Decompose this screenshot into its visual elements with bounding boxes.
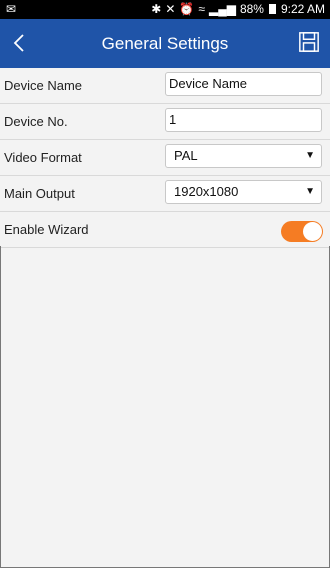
notification-icon: ✉ <box>6 2 17 16</box>
alarm-icon: ⏰ <box>179 2 195 16</box>
content-border-left <box>0 246 1 568</box>
app-header: General Settings <box>0 19 330 68</box>
enable-wizard-toggle[interactable] <box>281 221 323 242</box>
setting-row-enable-wizard: Enable Wizard <box>0 212 330 248</box>
video-format-label: Video Format <box>4 150 82 165</box>
bluetooth-icon: ✱ <box>151 2 162 16</box>
page-title: General Settings <box>101 34 229 53</box>
battery-icon <box>268 4 276 14</box>
device-no-input[interactable]: 1 <box>165 108 322 132</box>
dropdown-arrow-icon: ▼ <box>305 186 315 197</box>
settings-list: Device Name Device Name Device No. 1 Vid… <box>0 68 330 248</box>
clock: 9:22 AM <box>280 2 325 16</box>
setting-row-device-name: Device Name Device Name <box>0 68 330 104</box>
setting-row-main-output: Main Output 1920x1080 ▼ <box>0 176 330 212</box>
setting-row-device-no: Device No. 1 <box>0 104 330 140</box>
toggle-knob <box>303 222 322 241</box>
mute-icon: ✕ <box>165 2 176 16</box>
save-icon[interactable] <box>298 31 320 53</box>
device-name-label: Device Name <box>4 78 83 93</box>
device-name-input[interactable]: Device Name <box>165 72 322 96</box>
setting-row-video-format: Video Format PAL ▼ <box>0 140 330 176</box>
video-format-value: PAL <box>174 148 198 163</box>
device-no-label: Device No. <box>4 114 68 129</box>
main-output-label: Main Output <box>4 186 75 201</box>
wifi-icon: ≈ <box>198 2 205 16</box>
status-icons: ✱ ✕ ⏰ ≈ ▂▄▆ 88% 9:22 AM <box>151 2 325 16</box>
video-format-select[interactable]: PAL ▼ <box>165 144 322 168</box>
signal-icon: ▂▄▆ <box>208 2 236 16</box>
battery-percent: 88% <box>239 2 264 16</box>
status-bar: ✉ ✱ ✕ ⏰ ≈ ▂▄▆ 88% 9:22 AM <box>0 0 330 19</box>
main-output-value: 1920x1080 <box>174 184 239 199</box>
enable-wizard-label: Enable Wizard <box>4 222 89 237</box>
main-output-select[interactable]: 1920x1080 ▼ <box>165 180 322 204</box>
dropdown-arrow-icon: ▼ <box>305 150 315 161</box>
